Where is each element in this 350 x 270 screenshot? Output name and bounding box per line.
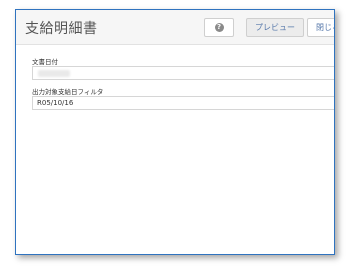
help-button[interactable]: ? xyxy=(204,18,234,37)
payslip-dialog: 支給明細書 ? プレビュー 閉じる 文書日付 出力対象支給日フィルタ R05/1… xyxy=(15,9,335,255)
document-date-input[interactable] xyxy=(32,66,334,80)
payment-date-filter-select[interactable]: R05/10/16 xyxy=(32,96,335,110)
question-circle-icon: ? xyxy=(214,23,224,32)
document-date-label: 文書日付 xyxy=(32,58,58,66)
payment-date-filter-value: R05/10/16 xyxy=(37,99,74,107)
dialog-title: 支給明細書 xyxy=(25,21,98,37)
payment-date-filter-label: 出力対象支給日フィルタ xyxy=(32,88,104,96)
chevron-down-icon xyxy=(334,102,335,105)
close-button[interactable]: 閉じる xyxy=(307,18,334,37)
blurred-date-value xyxy=(38,70,70,77)
dialog-header: 支給明細書 ? プレビュー 閉じる xyxy=(16,10,334,45)
preview-button[interactable]: プレビュー xyxy=(246,18,304,37)
